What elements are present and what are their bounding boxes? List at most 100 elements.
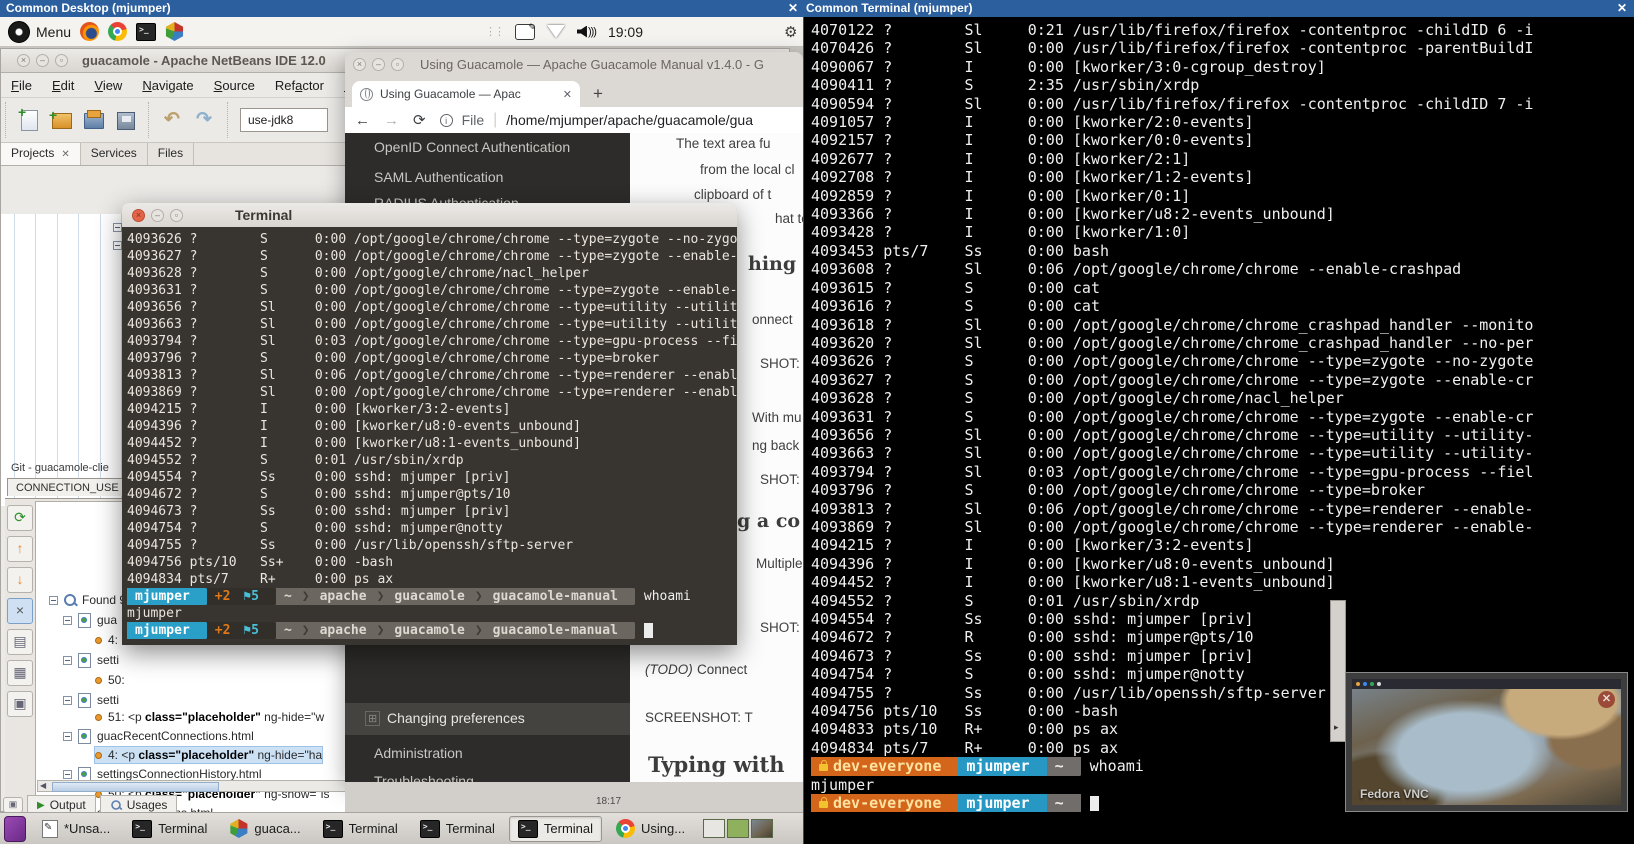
restore-window-icon[interactable]: ▣ [3, 797, 23, 813]
workspace-switcher[interactable] [703, 819, 773, 838]
menubar-item[interactable]: Navigate [142, 78, 193, 93]
text-cursor[interactable] [644, 623, 653, 638]
terminal-maximize-button[interactable]: ▫ [170, 209, 183, 222]
scroll-left-icon[interactable]: ◀ [40, 781, 46, 790]
taskbar-item[interactable]: Terminal [124, 817, 215, 841]
process-line: 4094754 ? S 0:00 sshd: mjumper@notty [127, 520, 737, 537]
manual-text-fragment: SHOT: E [760, 356, 803, 371]
viewer-scroll-strip[interactable]: ▸ [1330, 600, 1346, 742]
process-line: 4094755 ? Ss 0:00 /usr/lib/openssh/sftp-… [127, 537, 737, 554]
jdk-config-select[interactable]: use-jdk8 [240, 108, 328, 132]
workspace-2[interactable] [727, 819, 749, 838]
prompt-segment: mjumper [127, 622, 198, 639]
taskbar-item[interactable]: Terminal [315, 817, 406, 841]
process-line: 4092708 ? I 0:00 [kworker/1:2-events] [811, 168, 1634, 186]
vnc-desktop-thumbnail[interactable]: ✕ Fedora VNC [1352, 679, 1621, 805]
scroll-right-icon[interactable]: ▸ [1334, 722, 1339, 733]
taskbar-item[interactable]: *Unsa... [34, 817, 118, 841]
redo-button[interactable]: ↷ [193, 109, 215, 131]
guacamole-launcher-icon[interactable] [165, 22, 184, 41]
right-session-close-icon-left[interactable]: ✕ [788, 0, 798, 17]
taskbar: *Unsa...Terminalguaca...TerminalTerminal… [0, 812, 803, 844]
netbeans-minimize-button[interactable]: ‒ [36, 54, 49, 67]
process-line: 4093631 ? S 0:00 /opt/google/chrome/chro… [127, 282, 737, 299]
guacamole-icon [229, 819, 248, 838]
manual-text-fragment: Typing with [648, 752, 784, 777]
menubar-item[interactable]: Edit [52, 78, 74, 93]
netbeans-close-button[interactable]: × [17, 54, 30, 67]
vnc-preview-window[interactable]: ✕ Fedora VNC [1345, 672, 1628, 812]
prompt-segment: ~ [276, 622, 300, 639]
process-line: 4090594 ? Sl 0:00 /usr/lib/firefox/firef… [811, 95, 1634, 113]
usages-panel-tab[interactable]: CONNECTION_USE [7, 478, 128, 496]
right-session-close-icon[interactable]: ✕ [1617, 0, 1627, 17]
expand-handle-icon[interactable] [113, 223, 122, 232]
network-icon[interactable] [547, 25, 565, 38]
process-line: 4092157 ? I 0:00 [kworker/0:0-events] [811, 131, 1634, 149]
process-line: 4093626 ? S 0:00 /opt/google/chrome/chro… [811, 352, 1634, 370]
taskbar-item[interactable]: Using... [608, 816, 693, 841]
menubar-item[interactable]: Refactor [275, 78, 324, 93]
terminal-titlebar[interactable]: × ‒ ▫ Terminal [122, 203, 737, 228]
text-cursor[interactable] [1090, 796, 1099, 811]
taskbar-item[interactable]: Terminal [412, 817, 503, 841]
taskbar-item[interactable]: guaca... [221, 816, 308, 841]
powerline-arrow-icon [1038, 794, 1047, 812]
chrome-launcher-icon[interactable] [108, 22, 127, 41]
terminal-window: × ‒ ▫ Terminal 4093626 ? S 0:00 /opt/goo… [122, 203, 737, 645]
terminal-output[interactable]: 4093626 ? S 0:00 /opt/google/chrome/chro… [122, 227, 737, 645]
tab-projects-close-icon[interactable]: ✕ [61, 149, 69, 160]
system-tray: ⋮⋮ ))) 19:09 [485, 17, 643, 46]
results-horizontal-scrollbar[interactable]: ◀ [37, 780, 347, 792]
prompt-segment: dev-everyone [811, 794, 949, 812]
physical-view-button[interactable]: ▦ [7, 660, 33, 686]
terminal-minimize-button[interactable]: ‒ [151, 209, 164, 222]
lock-icon [819, 801, 828, 808]
menubar-item[interactable]: Source [214, 78, 255, 93]
process-line: 4093663 ? Sl 0:00 /opt/google/chrome/chr… [127, 316, 737, 333]
tab-projects[interactable]: Projects✕ [1, 143, 81, 165]
usages-icon [111, 800, 121, 810]
taskbar-item[interactable]: Terminal [509, 816, 602, 842]
save-all-button[interactable] [114, 109, 136, 131]
tab-services[interactable]: Services [81, 143, 148, 165]
taskbar-launcher-icon[interactable] [4, 816, 26, 842]
open-project-button[interactable] [82, 109, 104, 131]
process-line: 4094215 ? I 0:00 [kworker/3:2-events] [127, 401, 737, 418]
process-line: 4094396 ? I 0:00 [kworker/u8:0-events_un… [127, 418, 737, 435]
refresh-results-button[interactable]: ⟳ [7, 505, 33, 531]
shell-prompt-active[interactable]: mjumper+2 ⚑5~❯apache❯guacamole❯guacamole… [127, 622, 737, 639]
applications-menu-button[interactable]: Menu [2, 17, 77, 46]
new-file-button[interactable] [18, 109, 40, 131]
screenshot-tool-icon[interactable] [515, 24, 535, 40]
panel-grip-icon[interactable]: ⋮⋮ [485, 25, 503, 38]
netbeans-maximize-button[interactable]: ▫ [55, 54, 68, 67]
new-project-button[interactable] [50, 109, 72, 131]
menubar-item[interactable]: View [94, 78, 122, 93]
logical-view-button[interactable]: ▤ [7, 629, 33, 655]
chevron-separator-icon: ❯ [375, 622, 387, 639]
tab-files[interactable]: Files [148, 143, 194, 165]
previous-occurrence-button[interactable]: ↑ [7, 536, 33, 562]
firefox-launcher-icon[interactable] [80, 22, 99, 41]
volume-icon[interactable]: ))) [577, 26, 596, 38]
process-line: 4093608 ? Sl 0:06 /opt/google/chrome/chr… [811, 260, 1634, 278]
powerline-arrow-icon [1072, 794, 1081, 812]
undo-button[interactable]: ↶ [161, 109, 183, 131]
expand-handle-icon[interactable] [113, 241, 122, 250]
next-occurrence-button[interactable]: ↓ [7, 567, 33, 593]
show-details-button[interactable]: ▣ [7, 691, 33, 717]
scrollbar-thumb[interactable] [52, 782, 219, 792]
process-line: 4093656 ? Sl 0:00 /opt/google/chrome/chr… [127, 299, 737, 316]
process-line: 4091057 ? I 0:00 [kworker/2:0-events] [811, 113, 1634, 131]
vnc-close-button[interactable]: ✕ [1598, 691, 1615, 708]
terminal-launcher-icon[interactable] [136, 23, 156, 41]
collapse-tree-button[interactable]: × [7, 598, 33, 624]
prompt-segment: apache [312, 588, 375, 605]
panel-clock[interactable]: 19:09 [608, 24, 643, 40]
terminal-close-button[interactable]: × [132, 209, 145, 222]
settings-gear-icon[interactable]: ⚙ [784, 23, 797, 41]
menubar-item[interactable]: File [11, 78, 32, 93]
workspace-1[interactable] [703, 819, 725, 838]
workspace-3[interactable] [751, 819, 773, 838]
